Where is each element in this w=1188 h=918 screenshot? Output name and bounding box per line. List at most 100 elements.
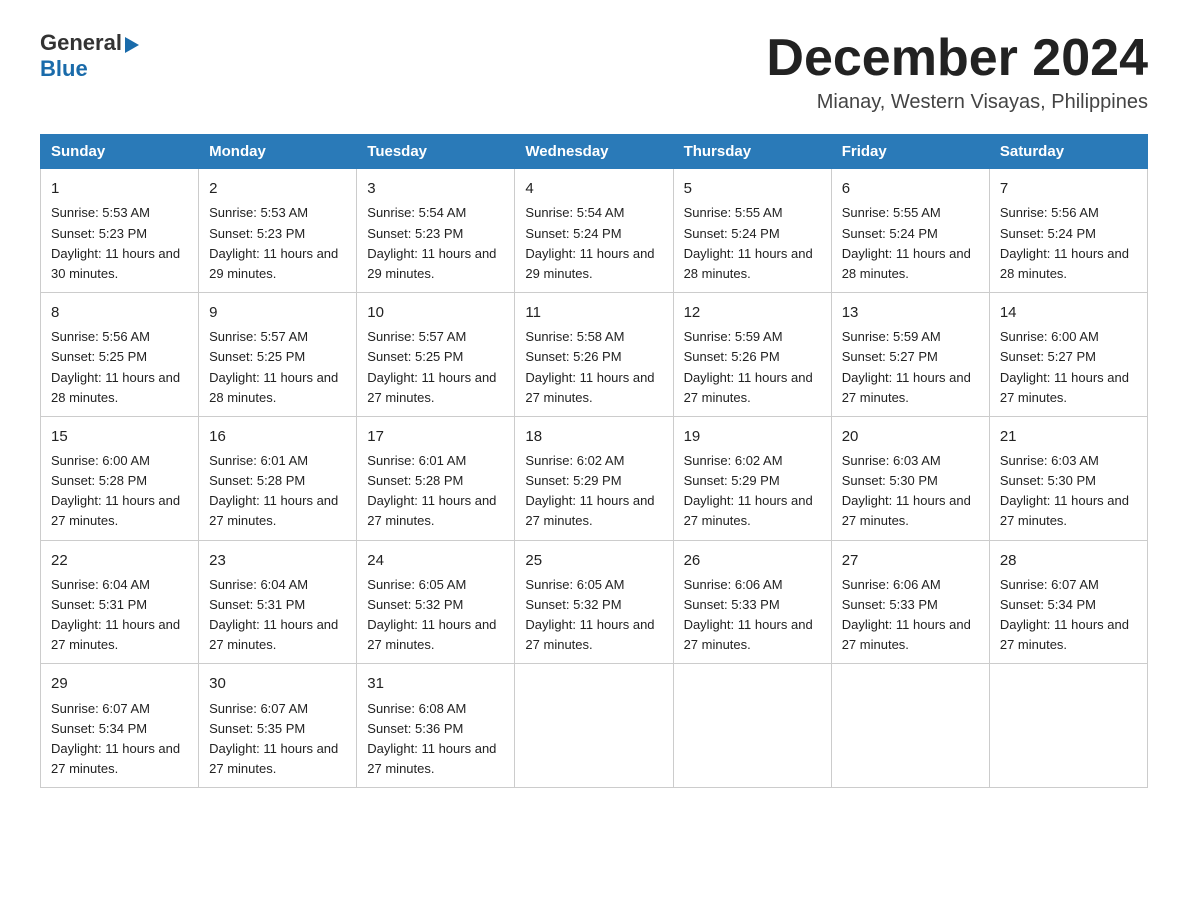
- col-header-sunday: Sunday: [41, 135, 199, 169]
- sunset-label: Sunset: 5:24 PM: [842, 226, 938, 241]
- day-number: 12: [684, 301, 821, 324]
- sunset-label: Sunset: 5:24 PM: [525, 226, 621, 241]
- calendar-cell: 18Sunrise: 6:02 AMSunset: 5:29 PMDayligh…: [515, 416, 673, 540]
- calendar-cell: 15Sunrise: 6:00 AMSunset: 5:28 PMDayligh…: [41, 416, 199, 540]
- day-number: 21: [1000, 425, 1137, 448]
- sunset-label: Sunset: 5:28 PM: [367, 473, 463, 488]
- sunset-label: Sunset: 5:26 PM: [525, 349, 621, 364]
- sunset-label: Sunset: 5:34 PM: [1000, 597, 1096, 612]
- sunrise-label: Sunrise: 6:01 AM: [367, 453, 466, 468]
- sunset-label: Sunset: 5:23 PM: [367, 226, 463, 241]
- sunrise-label: Sunrise: 6:03 AM: [1000, 453, 1099, 468]
- calendar-cell: 7Sunrise: 5:56 AMSunset: 5:24 PMDaylight…: [989, 169, 1147, 293]
- calendar-cell: 25Sunrise: 6:05 AMSunset: 5:32 PMDayligh…: [515, 540, 673, 664]
- sunrise-label: Sunrise: 5:53 AM: [51, 205, 150, 220]
- daylight-label: Daylight: 11 hours and 28 minutes.: [1000, 246, 1129, 281]
- daylight-label: Daylight: 11 hours and 27 minutes.: [209, 617, 338, 652]
- calendar-cell: 1Sunrise: 5:53 AMSunset: 5:23 PMDaylight…: [41, 169, 199, 293]
- daylight-label: Daylight: 11 hours and 27 minutes.: [367, 493, 496, 528]
- day-number: 2: [209, 177, 346, 200]
- calendar-cell: [673, 664, 831, 788]
- calendar-cell: 23Sunrise: 6:04 AMSunset: 5:31 PMDayligh…: [199, 540, 357, 664]
- day-number: 10: [367, 301, 504, 324]
- sunrise-label: Sunrise: 6:00 AM: [1000, 329, 1099, 344]
- daylight-label: Daylight: 11 hours and 27 minutes.: [51, 741, 180, 776]
- daylight-label: Daylight: 11 hours and 27 minutes.: [209, 741, 338, 776]
- daylight-label: Daylight: 11 hours and 27 minutes.: [525, 493, 654, 528]
- sunset-label: Sunset: 5:32 PM: [525, 597, 621, 612]
- calendar-cell: 28Sunrise: 6:07 AMSunset: 5:34 PMDayligh…: [989, 540, 1147, 664]
- sunrise-label: Sunrise: 6:07 AM: [209, 701, 308, 716]
- sunrise-label: Sunrise: 6:03 AM: [842, 453, 941, 468]
- sunset-label: Sunset: 5:28 PM: [209, 473, 305, 488]
- day-number: 26: [684, 549, 821, 572]
- sunrise-label: Sunrise: 5:56 AM: [1000, 205, 1099, 220]
- daylight-label: Daylight: 11 hours and 27 minutes.: [842, 370, 971, 405]
- sunset-label: Sunset: 5:23 PM: [209, 226, 305, 241]
- daylight-label: Daylight: 11 hours and 29 minutes.: [209, 246, 338, 281]
- daylight-label: Daylight: 11 hours and 28 minutes.: [684, 246, 813, 281]
- day-number: 16: [209, 425, 346, 448]
- calendar-cell: 12Sunrise: 5:59 AMSunset: 5:26 PMDayligh…: [673, 293, 831, 417]
- sunset-label: Sunset: 5:31 PM: [209, 597, 305, 612]
- calendar-cell: 27Sunrise: 6:06 AMSunset: 5:33 PMDayligh…: [831, 540, 989, 664]
- day-number: 1: [51, 177, 188, 200]
- sunset-label: Sunset: 5:30 PM: [1000, 473, 1096, 488]
- sunset-label: Sunset: 5:23 PM: [51, 226, 147, 241]
- calendar-week-row: 22 Sunrise: 6:04 AM Sunset: 5:31 PM Dayligh…: [41, 540, 1148, 664]
- sunrise-label: Sunrise: 6:04 AM: [51, 577, 150, 592]
- logo-arrow-icon: [125, 37, 139, 53]
- sunrise-label: Sunrise: 6:08 AM: [367, 701, 466, 716]
- calendar-week-row: 15 Sunrise: 6:00 AM Sunset: 5:28 PM Dayligh…: [41, 416, 1148, 540]
- daylight-label: Daylight: 11 hours and 27 minutes.: [51, 617, 180, 652]
- sunrise-label: Sunrise: 5:55 AM: [842, 205, 941, 220]
- sunset-label: Sunset: 5:29 PM: [525, 473, 621, 488]
- calendar-cell: 26Sunrise: 6:06 AMSunset: 5:33 PMDayligh…: [673, 540, 831, 664]
- col-header-wednesday: Wednesday: [515, 135, 673, 169]
- calendar-header-row: SundayMondayTuesdayWednesdayThursdayFrid…: [41, 135, 1148, 169]
- sunset-label: Sunset: 5:24 PM: [1000, 226, 1096, 241]
- sunrise-label: Sunrise: 5:54 AM: [525, 205, 624, 220]
- day-number: 29: [51, 672, 188, 695]
- sunrise-label: Sunrise: 6:01 AM: [209, 453, 308, 468]
- title-block: December 2024 Mianay, Western Visayas, P…: [766, 30, 1148, 114]
- day-number: 28: [1000, 549, 1137, 572]
- sunrise-label: Sunrise: 6:06 AM: [684, 577, 783, 592]
- daylight-label: Daylight: 11 hours and 28 minutes.: [51, 370, 180, 405]
- day-number: 5: [684, 177, 821, 200]
- sunset-label: Sunset: 5:31 PM: [51, 597, 147, 612]
- daylight-label: Daylight: 11 hours and 27 minutes.: [367, 741, 496, 776]
- location-subtitle: Mianay, Western Visayas, Philippines: [766, 91, 1148, 114]
- sunrise-label: Sunrise: 5:55 AM: [684, 205, 783, 220]
- logo: General Blue: [40, 30, 139, 82]
- logo-general-text: General: [40, 30, 122, 56]
- sunrise-label: Sunrise: 5:59 AM: [842, 329, 941, 344]
- calendar-cell: [989, 664, 1147, 788]
- sunset-label: Sunset: 5:26 PM: [684, 349, 780, 364]
- sunrise-label: Sunrise: 5:59 AM: [684, 329, 783, 344]
- calendar-cell: 9 Sunrise: 5:57 AM Sunset: 5:25 PM Daylight…: [199, 293, 357, 417]
- sunrise-label: Sunrise: 6:00 AM: [51, 453, 150, 468]
- sunrise-label: Sunrise: 5:53 AM: [209, 205, 308, 220]
- daylight-label: Daylight: 11 hours and 27 minutes.: [367, 370, 496, 405]
- col-header-friday: Friday: [831, 135, 989, 169]
- sunrise-label: Sunrise: 5:57 AM: [367, 329, 466, 344]
- day-number: 4: [525, 177, 662, 200]
- day-number: 9: [209, 301, 346, 324]
- daylight-label: Daylight: 11 hours and 27 minutes.: [525, 617, 654, 652]
- daylight-label: Daylight: 11 hours and 27 minutes.: [525, 370, 654, 405]
- day-number: 8: [51, 301, 188, 324]
- day-number: 22: [51, 549, 188, 572]
- daylight-label: Daylight: 11 hours and 27 minutes.: [1000, 493, 1129, 528]
- day-number: 20: [842, 425, 979, 448]
- sunrise-label: Sunrise: 6:04 AM: [209, 577, 308, 592]
- daylight-label: Daylight: 11 hours and 28 minutes.: [209, 370, 338, 405]
- sunset-label: Sunset: 5:25 PM: [209, 349, 305, 364]
- page-header: General Blue December 2024 Mianay, Weste…: [40, 30, 1148, 114]
- day-number: 24: [367, 549, 504, 572]
- calendar-cell: 19Sunrise: 6:02 AMSunset: 5:29 PMDayligh…: [673, 416, 831, 540]
- day-number: 6: [842, 177, 979, 200]
- daylight-label: Daylight: 11 hours and 27 minutes.: [1000, 370, 1129, 405]
- day-number: 15: [51, 425, 188, 448]
- sunrise-label: Sunrise: 5:57 AM: [209, 329, 308, 344]
